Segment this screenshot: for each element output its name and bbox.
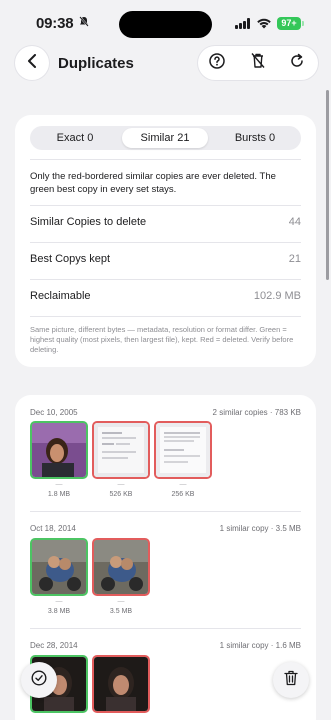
thumbnail-divider: — bbox=[179, 481, 187, 488]
summary-row-reclaimable: Reclaimable 102.9 MB bbox=[30, 290, 301, 310]
divider bbox=[30, 279, 301, 280]
wifi-icon bbox=[256, 16, 272, 34]
row-label: Best Copys kept bbox=[30, 253, 111, 265]
divider bbox=[30, 159, 301, 160]
duplicate-type-tabs: Exact 0 Similar 21 Bursts 0 bbox=[30, 126, 301, 150]
photo-thumbnail-best[interactable] bbox=[30, 538, 88, 596]
photo-thumbnail-delete[interactable] bbox=[92, 421, 150, 479]
divider bbox=[30, 205, 301, 206]
refresh-button[interactable] bbox=[287, 53, 307, 73]
group-info: 1 similar copy · 3.5 MB bbox=[219, 524, 301, 533]
divider bbox=[30, 242, 301, 243]
thumbnail-divider: — bbox=[117, 598, 125, 605]
row-value: 44 bbox=[288, 216, 301, 228]
tab-exact[interactable]: Exact 0 bbox=[34, 128, 116, 148]
status-bar: 09:38 97+ bbox=[0, 0, 331, 48]
row-value: 102.9 MB bbox=[253, 290, 301, 302]
tab-bursts[interactable]: Bursts 0 bbox=[214, 128, 296, 148]
help-icon bbox=[209, 52, 225, 74]
help-button[interactable] bbox=[207, 52, 227, 74]
back-button[interactable] bbox=[15, 46, 49, 80]
trash-disabled-icon bbox=[250, 52, 266, 74]
group-date: Dec 28, 2014 bbox=[30, 641, 78, 650]
scroll-indicator[interactable] bbox=[326, 90, 329, 280]
cellular-signal-icon bbox=[235, 18, 252, 29]
row-label: Reclaimable bbox=[30, 290, 91, 302]
duplicate-groups-card: Dec 10, 2005 2 similar copies · 783 KB —… bbox=[15, 395, 316, 720]
photo-thumbnail-delete[interactable] bbox=[154, 421, 212, 479]
summary-row-to-delete: Similar Copies to delete 44 bbox=[30, 216, 301, 236]
deletion-note: Only the red-bordered similar copies are… bbox=[30, 171, 276, 195]
trash-icon bbox=[284, 670, 298, 691]
refresh-icon bbox=[289, 53, 305, 74]
summary-card: Exact 0 Similar 21 Bursts 0 Only the red… bbox=[15, 115, 316, 367]
bell-slash-icon bbox=[79, 16, 89, 30]
select-button[interactable] bbox=[21, 662, 57, 698]
checkmark-circle-icon bbox=[31, 669, 47, 691]
thumbnail-divider: — bbox=[55, 598, 63, 605]
photo-thumbnail-delete[interactable] bbox=[92, 655, 150, 713]
divider bbox=[30, 316, 301, 317]
photo-size: 1.8 MB bbox=[47, 491, 71, 498]
thumbnail-divider: — bbox=[117, 481, 125, 488]
divider bbox=[30, 628, 301, 629]
group-date: Dec 10, 2005 bbox=[30, 408, 78, 417]
dynamic-island bbox=[119, 11, 212, 38]
group-info: 2 similar copies · 783 KB bbox=[212, 408, 301, 417]
divider bbox=[30, 511, 301, 512]
photo-size: 3.8 MB bbox=[47, 608, 71, 615]
photo-thumbnail-delete[interactable] bbox=[92, 538, 150, 596]
chevron-left-icon bbox=[27, 53, 37, 73]
battery-indicator: 97+ bbox=[277, 17, 304, 30]
group-date: Oct 18, 2014 bbox=[30, 524, 76, 533]
page-title: Duplicates bbox=[58, 55, 134, 72]
photo-size: 526 KB bbox=[109, 491, 133, 498]
summary-row-kept: Best Copys kept 21 bbox=[30, 253, 301, 273]
navigation-bar: Duplicates bbox=[0, 46, 331, 82]
toolbar-actions bbox=[198, 46, 318, 80]
delete-all-button[interactable] bbox=[248, 53, 268, 73]
group-info: 1 similar copy · 1.6 MB bbox=[219, 641, 301, 650]
row-label: Similar Copies to delete bbox=[30, 216, 147, 228]
photo-thumbnail-best[interactable] bbox=[30, 421, 88, 479]
tab-similar[interactable]: Similar 21 bbox=[122, 128, 208, 148]
delete-button[interactable] bbox=[273, 662, 309, 698]
row-value: 21 bbox=[288, 253, 301, 265]
thumbnail-divider: — bbox=[55, 481, 63, 488]
status-time: 09:38 bbox=[36, 15, 74, 32]
photo-size: 3.5 MB bbox=[109, 608, 133, 615]
legend-fine-print: Same picture, different bytes — metadata… bbox=[30, 325, 294, 354]
photo-size: 256 KB bbox=[171, 491, 195, 498]
